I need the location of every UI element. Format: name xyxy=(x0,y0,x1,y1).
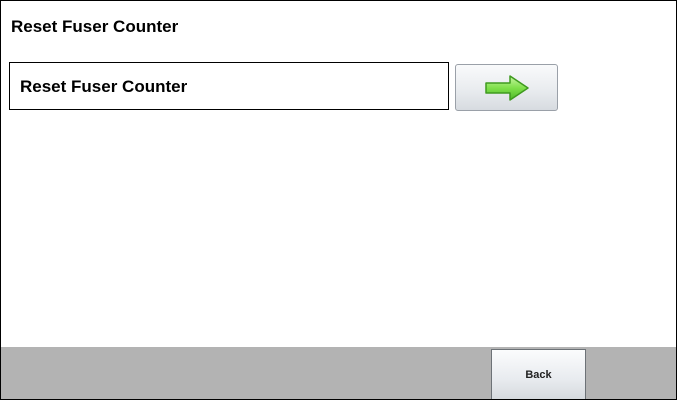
reset-fuser-counter-go-button[interactable] xyxy=(455,64,558,111)
arrow-right-icon xyxy=(484,74,529,101)
panel-screen: Reset Fuser Counter Reset Fuser Counter … xyxy=(0,0,677,400)
reset-fuser-counter-label: Reset Fuser Counter xyxy=(20,77,188,96)
footer-bar: Back xyxy=(1,347,676,399)
back-button[interactable]: Back xyxy=(491,349,586,399)
back-button-label: Back xyxy=(525,368,552,381)
reset-fuser-counter-row[interactable]: Reset Fuser Counter xyxy=(9,62,449,110)
page-title: Reset Fuser Counter xyxy=(11,17,179,36)
